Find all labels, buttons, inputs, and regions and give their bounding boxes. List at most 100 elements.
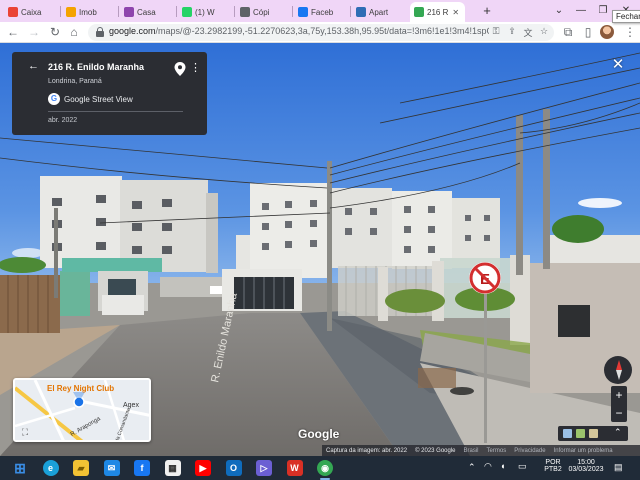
- chevron-up-icon[interactable]: ⌃: [614, 427, 622, 438]
- tab-3[interactable]: Casa: [120, 2, 175, 22]
- address-bar[interactable]: google.com/maps/@-23.2982199,-51.2270623…: [88, 24, 554, 41]
- green-wall: [60, 271, 90, 316]
- tab-1[interactable]: Caixa: [4, 2, 59, 22]
- street-view-info-card: ← 216 R. Enildo Maranha Londrina, Paraná…: [12, 52, 207, 135]
- imagery-layers-control[interactable]: ⌃: [558, 426, 628, 441]
- forward-arrow-icon[interactable]: →: [26, 24, 42, 40]
- home-icon[interactable]: ⌂: [66, 24, 82, 40]
- google-g-icon: G: [48, 93, 60, 105]
- layer-thumb-icon[interactable]: [563, 429, 572, 438]
- meter-box: [558, 305, 590, 337]
- maps-icon: [414, 7, 424, 17]
- wifi-icon[interactable]: ◠: [484, 461, 492, 472]
- copyright-text: © 2023 Google: [415, 447, 456, 454]
- place-subtitle: Londrina, Paraná: [48, 78, 102, 85]
- tab-8[interactable]: 216 R ✕: [410, 2, 465, 22]
- terms-link[interactable]: Termos: [487, 448, 507, 454]
- chevron-up-icon[interactable]: ⌃: [468, 462, 476, 473]
- notifications-icon[interactable]: ▤: [614, 462, 623, 473]
- close-street-view-icon[interactable]: ✕: [610, 55, 626, 73]
- extensions-icon[interactable]: ⧉: [560, 24, 576, 40]
- more-options-icon[interactable]: ⋮: [190, 61, 201, 74]
- store-icon[interactable]: ▦: [164, 460, 181, 476]
- expand-map-icon[interactable]: ⛶: [19, 426, 31, 438]
- tree: [552, 215, 604, 243]
- tab-5[interactable]: Cópi: [236, 2, 291, 22]
- zoom-out-button[interactable]: −: [611, 404, 627, 422]
- chrome-menu-icon[interactable]: ⋮: [622, 24, 638, 40]
- new-tab-button[interactable]: +: [480, 2, 494, 20]
- file-explorer-icon[interactable]: ▰: [73, 460, 89, 476]
- capture-date-selector[interactable]: abr. 2022: [48, 117, 77, 124]
- bookmark-star-icon[interactable]: ☆: [538, 26, 550, 37]
- wooden-gate: [0, 275, 60, 333]
- maximize-icon[interactable]: ❐: [592, 2, 614, 20]
- key-icon[interactable]: ⚿: [490, 26, 502, 37]
- google-logo: Google: [298, 427, 340, 441]
- close-tab-icon[interactable]: ✕: [452, 8, 459, 17]
- layer-thumb-icon[interactable]: [589, 429, 598, 438]
- reload-icon[interactable]: ↻: [47, 24, 63, 40]
- compass-icon[interactable]: [604, 356, 632, 384]
- tab-label: Caixa: [21, 7, 42, 17]
- nav-cursor-icon[interactable]: [450, 387, 474, 395]
- side-panel-icon[interactable]: ▯: [580, 24, 596, 40]
- zoom-control: + −: [611, 386, 627, 422]
- battery-icon[interactable]: ▭: [518, 461, 527, 472]
- tab-label: (1) W: [195, 7, 215, 17]
- utility-pole: [54, 208, 58, 298]
- layer-thumb-icon[interactable]: [576, 429, 585, 438]
- place-title: 216 R. Enildo Maranha: [48, 62, 145, 72]
- mail-icon[interactable]: ✉: [103, 460, 120, 476]
- map-footer: Captura da imagem: abr. 2022 © 2023 Goog…: [322, 445, 640, 456]
- facebook-icon: [298, 7, 308, 17]
- tab-7[interactable]: Apart: [352, 2, 407, 22]
- whatsapp-icon: [182, 7, 192, 17]
- tab-4[interactable]: (1) W: [178, 2, 233, 22]
- clock[interactable]: 15:00 03/03/2023: [568, 459, 604, 473]
- profile-avatar[interactable]: [600, 25, 614, 39]
- imob-icon: [66, 7, 76, 17]
- facebook-icon[interactable]: f: [134, 460, 150, 476]
- share-icon[interactable]: ⇪: [506, 26, 518, 37]
- outlook-icon[interactable]: O: [225, 460, 242, 476]
- minimize-icon[interactable]: —: [570, 2, 592, 20]
- lock-icon[interactable]: [96, 27, 104, 37]
- capture-date-text: Captura da imagem: abr. 2022: [326, 447, 408, 454]
- language-indicator[interactable]: POR PTB2: [540, 459, 566, 473]
- youtube-icon[interactable]: ▶: [195, 460, 211, 476]
- minimap[interactable]: El Rey Night Club Agex R. Araponga Aveni…: [13, 378, 151, 442]
- copy-icon: [240, 7, 250, 17]
- tab-search-icon[interactable]: ⌄: [548, 2, 570, 20]
- tab-6[interactable]: Faceb: [294, 2, 349, 22]
- chrome-icon[interactable]: ◉: [317, 460, 333, 476]
- windows-start-icon[interactable]: ⊞: [12, 460, 28, 476]
- tab-label: Cópi: [253, 7, 270, 17]
- hedge: [385, 289, 445, 313]
- zoom-in-button[interactable]: +: [611, 386, 627, 404]
- tree: [0, 257, 46, 273]
- tab-2[interactable]: Imob: [62, 2, 117, 22]
- cloud: [578, 198, 622, 208]
- street-view-panorama[interactable]: E R. Enildo Maranha ← 216 R. Enildo Mara…: [0, 43, 640, 456]
- edge-icon[interactable]: e: [42, 460, 59, 476]
- minimap-poi-label: El Rey Night Club: [47, 384, 115, 393]
- casa-icon: [124, 7, 134, 17]
- report-problem-link[interactable]: Informar um problema: [554, 448, 613, 454]
- region-link[interactable]: Brasil: [464, 448, 479, 454]
- privacy-link[interactable]: Privacidade: [514, 448, 545, 454]
- url-text[interactable]: google.com/maps/@-23.2982199,-51.2270623…: [109, 26, 489, 36]
- translate-icon[interactable]: 文: [522, 26, 534, 39]
- volume-icon[interactable]: ◖: [500, 461, 505, 471]
- parked-car: [210, 286, 224, 294]
- browser-toolbar: ← → ↻ ⌂ google.com/maps/@-23.2982199,-51…: [0, 22, 640, 43]
- back-arrow-icon[interactable]: ←: [5, 24, 21, 40]
- tab-label: Faceb: [311, 7, 334, 17]
- location-pin-icon[interactable]: [174, 62, 186, 76]
- tab-label: Imob: [79, 7, 97, 17]
- back-arrow-icon[interactable]: ←: [28, 60, 39, 72]
- media-player-icon[interactable]: ▷: [256, 460, 272, 476]
- google-street-view-label: G Google Street View: [48, 93, 133, 105]
- wps-icon[interactable]: W: [286, 460, 303, 476]
- tab-label: 216 R: [427, 7, 449, 17]
